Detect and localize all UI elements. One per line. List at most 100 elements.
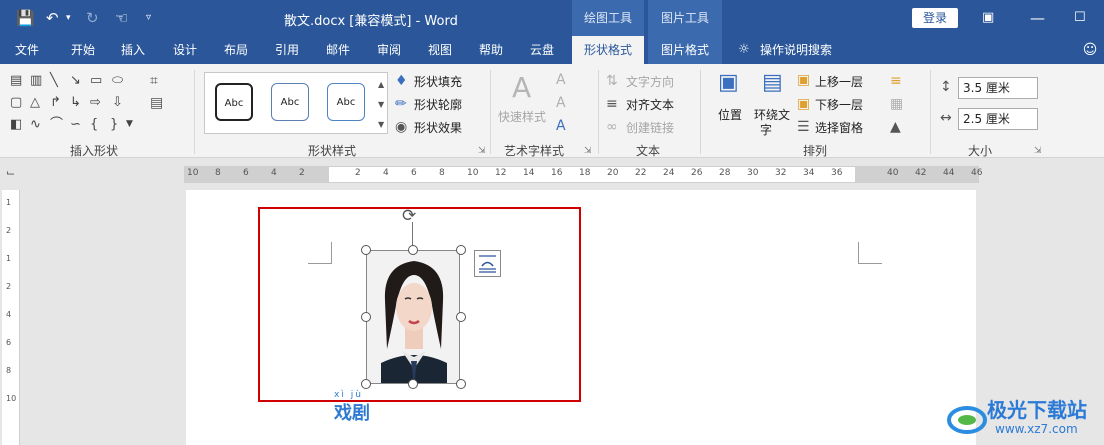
- ribbon-display-options-icon[interactable]: ▣: [982, 8, 994, 28]
- vertical-ruler[interactable]: 1 2 1 2 4 6 8 10: [2, 190, 20, 445]
- tab-insert[interactable]: 插入: [112, 36, 154, 64]
- gallery-up-icon[interactable]: ▲: [378, 78, 384, 92]
- scribble-shape-icon[interactable]: ∿: [30, 118, 41, 131]
- vertical-ruler-tick-label: 1: [6, 198, 12, 207]
- tab-picture-format[interactable]: 图片格式: [648, 36, 722, 64]
- triangle-shape-icon[interactable]: △: [30, 96, 40, 109]
- shape-height-icon: ↕: [940, 79, 952, 95]
- shape-outline-icon[interactable]: ✏: [395, 97, 407, 111]
- quick-styles-button: 快速样式: [498, 110, 547, 124]
- tab-home[interactable]: 开始: [62, 36, 104, 64]
- align-objects-icon[interactable]: ≡: [890, 74, 902, 88]
- tab-design[interactable]: 设计: [164, 36, 206, 64]
- ruler-tick-label: 16: [551, 168, 563, 178]
- textbox-shape-icon[interactable]: ▤: [10, 74, 22, 87]
- ruler-tick-label: 2: [355, 168, 361, 178]
- bring-forward-icon[interactable]: ▣: [797, 73, 810, 87]
- text-direction-icon: ⇅: [606, 73, 618, 89]
- tab-file[interactable]: 文件: [6, 36, 48, 64]
- dialog-launcher-icon[interactable]: ⇲: [584, 146, 592, 156]
- text-box-icon[interactable]: ▤: [150, 96, 163, 110]
- selection-pane-icon[interactable]: ☰: [797, 120, 810, 134]
- watermark-title: 极光下载站: [987, 398, 1087, 422]
- line-shape-icon[interactable]: ╲: [50, 74, 58, 87]
- send-backward-icon[interactable]: ▣: [797, 97, 810, 111]
- freeform-shape-icon[interactable]: ◧: [10, 118, 22, 131]
- ruler-tick-label: 26: [691, 168, 703, 178]
- undo-dropdown-icon[interactable]: ▾: [66, 8, 71, 28]
- edit-shape-icon[interactable]: ⌗: [150, 74, 158, 88]
- elbow-arrow-shape-icon[interactable]: ↳: [70, 96, 81, 109]
- gallery-down-icon[interactable]: ▼: [378, 98, 384, 112]
- wrap-text-icon[interactable]: ▤: [762, 72, 783, 94]
- tab-shape-format[interactable]: 形状格式: [572, 36, 644, 64]
- shapes-gallery[interactable]: ▤ ▥ ╲ ↘ ▭ ⬭ ▢ △ ↱ ↳ ⇨ ⇩ ◧ ∿ ⌒ ∽ { } ▼: [6, 70, 136, 136]
- shapes-more-icon[interactable]: ▼: [126, 118, 133, 131]
- minimize-icon[interactable]: —: [1030, 8, 1045, 28]
- touch-mode-icon[interactable]: ☜: [115, 8, 128, 28]
- elbow-connector-shape-icon[interactable]: ↱: [50, 96, 61, 109]
- shape-styles-gallery[interactable]: Abc Abc Abc: [204, 72, 388, 134]
- dialog-launcher-icon[interactable]: ⇲: [478, 146, 486, 156]
- tell-me-search[interactable]: 操作说明搜索: [760, 36, 840, 64]
- save-icon[interactable]: 💾: [16, 8, 35, 28]
- wrap-text-button-line2[interactable]: 字: [760, 121, 772, 138]
- send-backward-button[interactable]: 下移一层: [815, 96, 863, 113]
- arc-shape-icon[interactable]: ⌒: [50, 118, 63, 131]
- rounded-rect-shape-icon[interactable]: ▢: [10, 96, 22, 109]
- shape-style-preset[interactable]: Abc: [327, 83, 365, 121]
- gallery-more-icon[interactable]: ▼: [378, 118, 384, 132]
- position-button[interactable]: 位置: [718, 106, 742, 123]
- shape-effects-button[interactable]: 形状效果: [414, 119, 462, 136]
- shape-width-input[interactable]: 2.5 厘米: [958, 108, 1038, 130]
- right-arrow-shape-icon[interactable]: ⇨: [90, 96, 101, 109]
- login-button[interactable]: 登录: [912, 8, 958, 28]
- document-title: 散文.docx [兼容模式] - Word: [284, 14, 458, 29]
- tab-selector-icon[interactable]: ⌙: [6, 166, 15, 179]
- rotate-objects-icon[interactable]: ▲: [890, 120, 901, 134]
- rectangle-shape-icon[interactable]: ▭: [90, 74, 102, 87]
- position-icon[interactable]: ▣: [718, 72, 739, 94]
- arrow-line-shape-icon[interactable]: ↘: [70, 74, 81, 87]
- shape-style-preset[interactable]: Abc: [271, 83, 309, 121]
- align-text-icon[interactable]: ≡: [606, 97, 618, 111]
- maximize-icon[interactable]: ☐: [1074, 8, 1086, 28]
- vertical-ruler-tick-label: 6: [6, 338, 12, 347]
- customize-qat-icon[interactable]: ▿: [146, 8, 151, 28]
- bring-forward-button[interactable]: 上移一层: [815, 73, 863, 90]
- shape-height-input[interactable]: 3.5 厘米: [958, 77, 1038, 99]
- ribbon-separator: [598, 70, 599, 154]
- shape-outline-button[interactable]: 形状轮廓: [414, 96, 462, 113]
- brace-left-shape-icon[interactable]: {: [90, 118, 98, 131]
- shape-fill-icon[interactable]: ♦: [395, 74, 408, 88]
- tab-references[interactable]: 引用: [266, 36, 308, 64]
- tab-layout[interactable]: 布局: [215, 36, 257, 64]
- shape-fill-button[interactable]: 形状填充: [414, 73, 462, 90]
- oval-shape-icon[interactable]: ⬭: [112, 74, 123, 87]
- ruler-tick-label: 40: [887, 168, 899, 178]
- tab-mailings[interactable]: 邮件: [317, 36, 359, 64]
- ruler-tick-label: 4: [271, 168, 277, 178]
- align-text-button[interactable]: 对齐文本: [626, 96, 674, 113]
- down-arrow-shape-icon[interactable]: ⇩: [112, 96, 123, 109]
- context-group-picture-tools: 图片工具: [648, 0, 722, 36]
- horizontal-ruler[interactable]: 10 8 6 4 2 2 4 6 8 10 12 14 16 18 20 22 24 26 28 30 32 34 36 40…: [184, 166, 982, 183]
- vertical-textbox-shape-icon[interactable]: ▥: [30, 74, 42, 87]
- shape-effects-icon[interactable]: ◉: [395, 120, 407, 134]
- vertical-ruler-tick-label: 10: [6, 394, 17, 403]
- ruler-tick-label: 36: [831, 168, 843, 178]
- share-user-icon[interactable]: ☺: [1082, 36, 1098, 64]
- tab-cloud[interactable]: 云盘: [521, 36, 563, 64]
- text-effects-icon[interactable]: A: [556, 119, 566, 133]
- tab-view[interactable]: 视图: [419, 36, 461, 64]
- selection-pane-button[interactable]: 选择窗格: [815, 119, 863, 136]
- curve-shape-icon[interactable]: ∽: [70, 118, 81, 131]
- vertical-ruler-tick-label: 4: [6, 310, 12, 319]
- undo-icon[interactable]: ↶: [46, 8, 59, 28]
- tab-review[interactable]: 审阅: [368, 36, 410, 64]
- dialog-launcher-icon[interactable]: ⇲: [1034, 146, 1042, 156]
- corner-mark: [858, 242, 882, 264]
- brace-right-shape-icon[interactable]: }: [110, 118, 118, 131]
- tab-help[interactable]: 帮助: [470, 36, 512, 64]
- shape-style-preset[interactable]: Abc: [215, 83, 253, 121]
